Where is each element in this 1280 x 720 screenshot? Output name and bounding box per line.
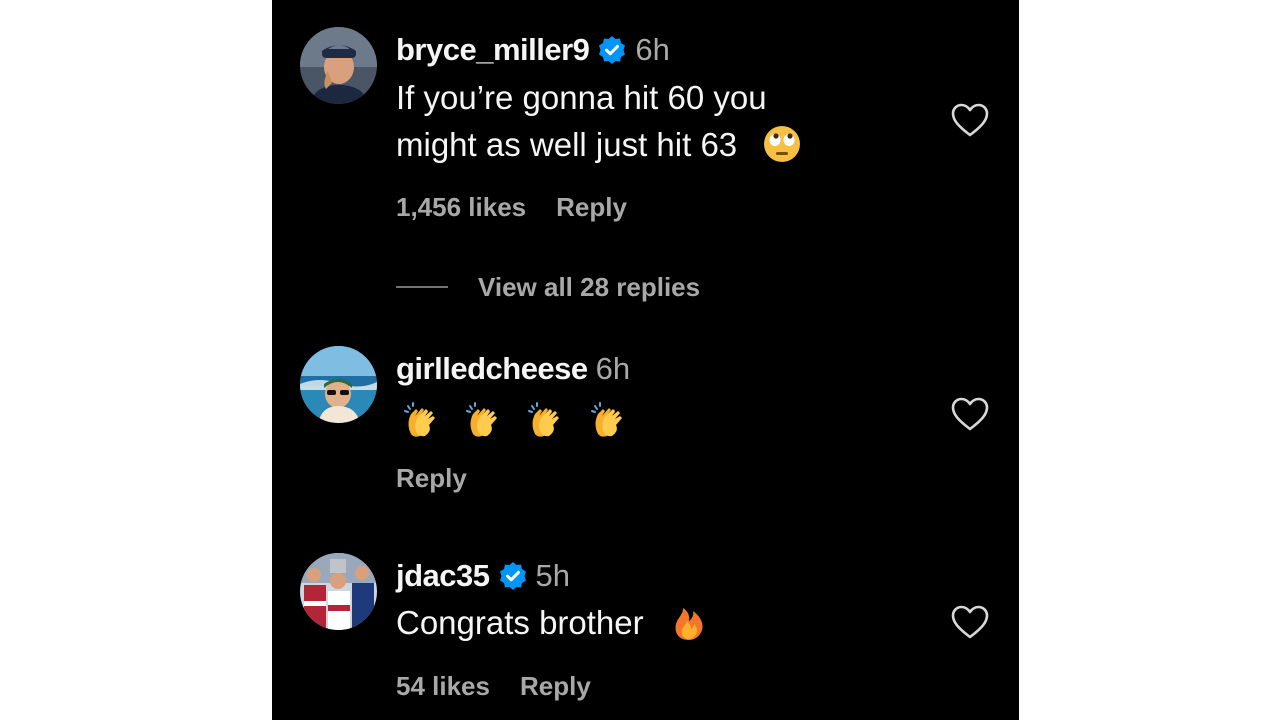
- comment-text-line: Congrats brother: [396, 604, 644, 641]
- comment-actions: Reply: [396, 462, 467, 494]
- fire-icon: [669, 602, 709, 642]
- verified-badge-icon: [498, 561, 528, 591]
- comment-header: bryce_miller9 6h: [396, 30, 670, 70]
- reply-button[interactable]: Reply: [520, 671, 591, 702]
- timestamp: 6h: [595, 351, 631, 386]
- likes-count[interactable]: 1,456 likes: [396, 192, 526, 223]
- comment-actions: 1,456 likes Reply: [396, 191, 627, 223]
- clapping-hands-icon: [402, 400, 442, 440]
- timestamp: 6h: [635, 32, 670, 67]
- clapping-hands-icon: [589, 400, 629, 440]
- username[interactable]: girlledcheese: [396, 351, 588, 387]
- reply-button[interactable]: Reply: [556, 192, 627, 223]
- like-heart-icon[interactable]: [950, 603, 990, 643]
- avatar[interactable]: [300, 553, 377, 630]
- comments-panel: bryce_miller9 6h If you’re gonna hit 60 …: [272, 0, 1019, 720]
- timestamp: 5h: [535, 558, 570, 593]
- verified-badge-icon: [597, 35, 627, 65]
- avatar[interactable]: [300, 346, 377, 423]
- comment-text-line: If you’re gonna hit 60 you: [396, 79, 767, 116]
- replies-divider-line: [396, 286, 448, 288]
- comment-header: girlledcheese 6h: [396, 349, 630, 389]
- username[interactable]: bryce_miller9: [396, 32, 590, 68]
- comment-text: [396, 394, 916, 444]
- comment-text: If you’re gonna hit 60 you might as well…: [396, 74, 916, 168]
- comment-text-line: might as well just hit 63: [396, 126, 738, 163]
- face-with-rolling-eyes-icon: [762, 124, 802, 164]
- view-replies-button[interactable]: View all 28 replies: [396, 270, 700, 304]
- reply-button[interactable]: Reply: [396, 463, 467, 494]
- like-heart-icon[interactable]: [950, 395, 990, 435]
- avatar[interactable]: [300, 27, 377, 104]
- comment-text: Congrats brother: [396, 599, 916, 646]
- comment-text-line-with-emoji: might as well just hit 63: [396, 121, 916, 168]
- clapping-hands-icon: [464, 400, 504, 440]
- clapping-hands-icon: [526, 400, 566, 440]
- like-heart-icon[interactable]: [950, 101, 990, 141]
- username[interactable]: jdac35: [396, 558, 490, 594]
- likes-count[interactable]: 54 likes: [396, 671, 490, 702]
- view-replies-label: View all 28 replies: [478, 271, 701, 302]
- screenshot-frame: bryce_miller9 6h If you’re gonna hit 60 …: [0, 0, 1280, 720]
- comment-actions: 54 likes Reply: [396, 670, 591, 702]
- comment-header: jdac35 5h: [396, 556, 570, 596]
